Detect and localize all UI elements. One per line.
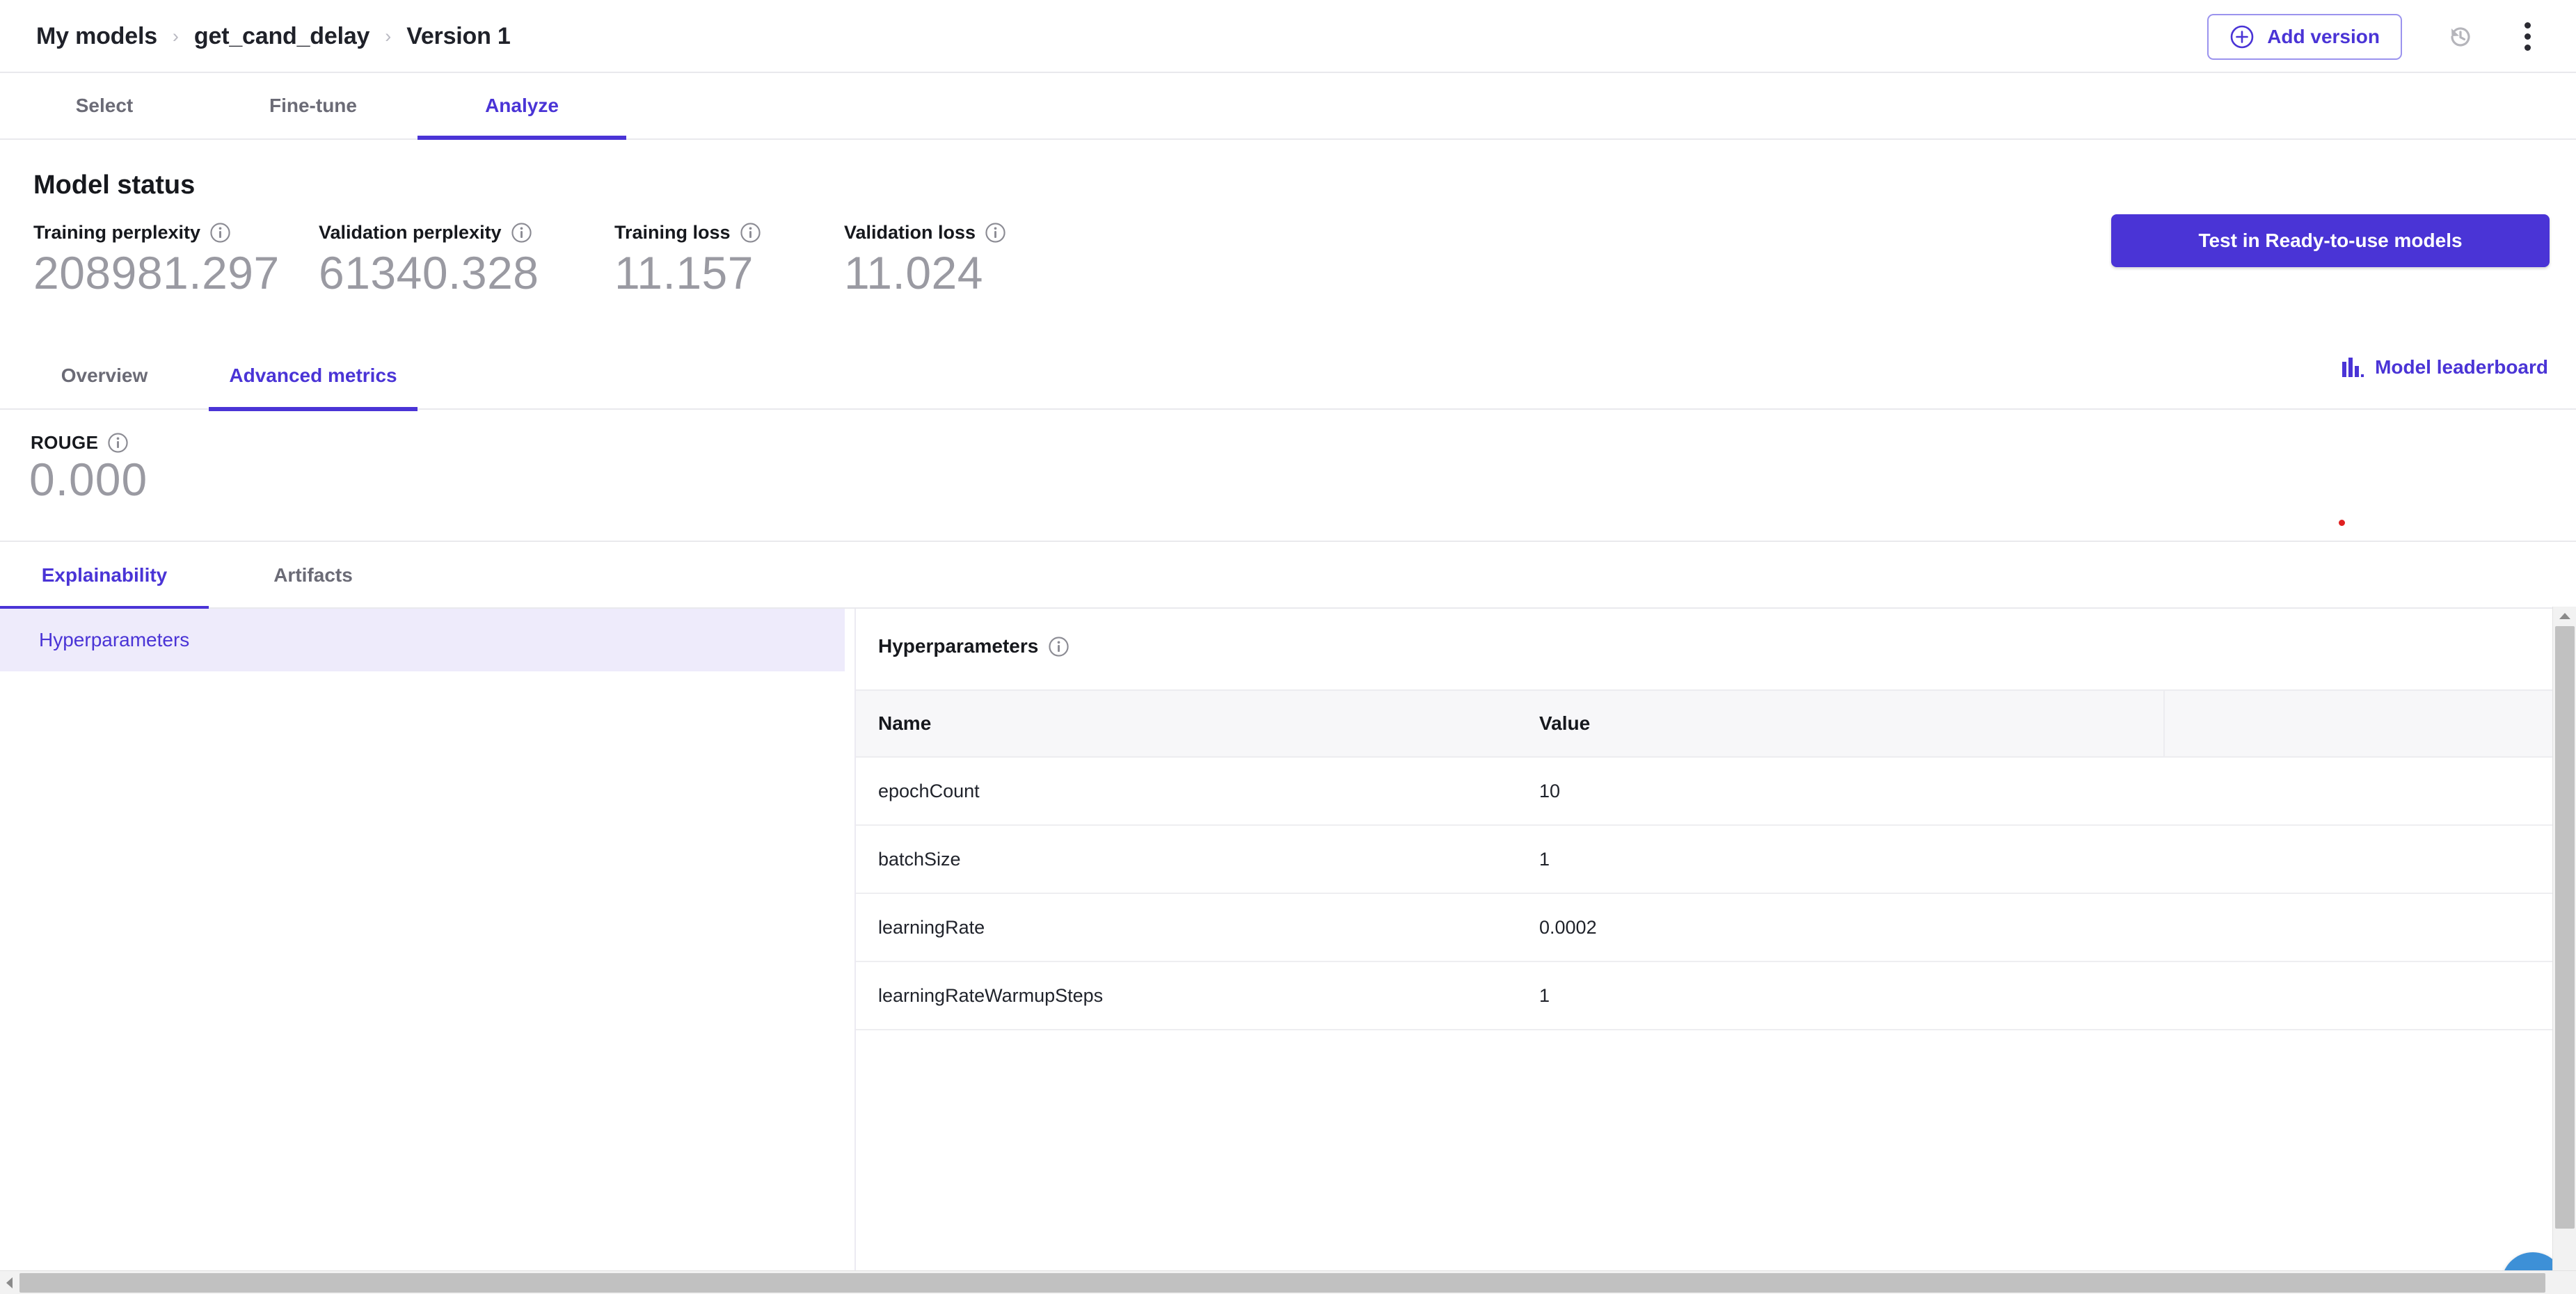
rouge-metric-section: ROUGE 0.000 xyxy=(0,410,2576,542)
tab-select[interactable]: Select xyxy=(0,73,209,138)
tertiary-tab-bar: Explainability Artifacts xyxy=(0,542,2576,610)
hyperparameters-detail-pane: Hyperparameters Name Value epochCount 10… xyxy=(854,609,2562,1277)
horizontal-scrollbar[interactable] xyxy=(0,1270,2576,1294)
model-status-title: Model status xyxy=(33,170,196,200)
cell-value: 0.0002 xyxy=(1524,893,2164,962)
metric-value: 11.024 xyxy=(844,247,983,298)
top-bar: My models › get_cand_delay › Version 1 A… xyxy=(0,0,2576,73)
pane-title-text: Hyperparameters xyxy=(878,635,1039,657)
metric-list: Training perplexity 208981.297 Validatio… xyxy=(33,222,1006,297)
explainability-side-nav: Hyperparameters xyxy=(0,609,845,1277)
breadcrumb: My models › get_cand_delay › Version 1 xyxy=(36,0,511,73)
cell-name: epochCount xyxy=(856,757,1524,826)
info-circle-icon[interactable] xyxy=(511,222,532,243)
cell-name: learningRateWarmupSteps xyxy=(856,961,1524,1030)
tab-fine-tune[interactable]: Fine-tune xyxy=(209,73,418,138)
rouge-label-text: ROUGE xyxy=(31,432,99,453)
rouge-value: 0.000 xyxy=(29,454,148,505)
tab-explainability[interactable]: Explainability xyxy=(0,542,209,610)
metric-validation-loss: Validation loss 11.024 xyxy=(844,222,1006,297)
metric-training-loss: Training loss 11.157 xyxy=(614,222,844,297)
info-circle-icon[interactable] xyxy=(209,222,231,243)
horizontal-scrollbar-thumb[interactable] xyxy=(19,1273,2545,1293)
metric-label-text: Training perplexity xyxy=(33,222,201,243)
version-history-button[interactable] xyxy=(2431,8,2490,66)
cell-spacer xyxy=(2164,893,2562,962)
scroll-up-arrow-icon[interactable] xyxy=(2553,607,2576,625)
vertical-scrollbar-thumb[interactable] xyxy=(2555,626,2575,1229)
vertical-scrollbar[interactable] xyxy=(2552,607,2576,1277)
info-circle-icon[interactable] xyxy=(740,222,761,243)
column-header-value: Value xyxy=(1524,689,2164,758)
metric-label: Training perplexity xyxy=(33,222,319,243)
model-status-section: Model status Training perplexity 208981.… xyxy=(0,140,2576,342)
rouge-label: ROUGE xyxy=(31,432,129,454)
breadcrumb-separator-icon: › xyxy=(385,26,392,47)
metric-label-text: Validation loss xyxy=(844,222,976,243)
tab-advanced-metrics[interactable]: Advanced metrics xyxy=(209,342,418,411)
add-version-label: Add version xyxy=(2267,25,2380,47)
column-header-name: Name xyxy=(856,689,1524,758)
info-circle-icon[interactable] xyxy=(1048,636,1070,657)
history-revert-icon xyxy=(2451,26,2470,47)
breadcrumb-item-version: Version 1 xyxy=(406,23,511,49)
plus-circle-icon xyxy=(2230,25,2254,48)
cell-spacer xyxy=(2164,961,2562,1030)
metric-validation-perplexity: Validation perplexity 61340.328 xyxy=(319,222,614,297)
info-circle-icon[interactable] xyxy=(985,222,1006,243)
app-page: My models › get_cand_delay › Version 1 A… xyxy=(0,0,2576,1294)
table-row: epochCount 10 xyxy=(856,757,2562,826)
scroll-left-arrow-icon[interactable] xyxy=(0,1271,18,1294)
breadcrumb-item-my-models[interactable]: My models xyxy=(36,23,157,50)
pane-title: Hyperparameters xyxy=(878,635,1070,657)
cell-value: 1 xyxy=(1524,961,2164,1030)
more-options-button[interactable] xyxy=(2498,8,2557,66)
cell-value: 1 xyxy=(1524,825,2164,894)
metric-label: Training loss xyxy=(614,222,844,243)
cell-value: 10 xyxy=(1524,757,2164,826)
explainability-content: Hyperparameters Hyperparameters Name Val… xyxy=(0,609,2576,1277)
test-in-ready-to-use-models-button[interactable]: Test in Ready-to-use models xyxy=(2111,214,2550,267)
table-header: Name Value xyxy=(856,689,2562,758)
chart-data-point-marker xyxy=(2339,520,2345,526)
sidebar-item-label: Hyperparameters xyxy=(39,629,190,650)
bar-chart-icon xyxy=(2342,358,2364,377)
metric-label: Validation loss xyxy=(844,222,1006,243)
column-header-spacer xyxy=(2163,689,2562,758)
kebab-menu-icon xyxy=(2524,22,2531,51)
table-row: batchSize 1 xyxy=(856,825,2562,894)
metric-label: Validation perplexity xyxy=(319,222,614,243)
sidebar-item-hyperparameters[interactable]: Hyperparameters xyxy=(0,609,845,671)
secondary-tab-bar: Overview Advanced metrics xyxy=(0,342,2576,411)
add-version-button[interactable]: Add version xyxy=(2207,13,2402,60)
table-body: epochCount 10 batchSize 1 learningRate 0… xyxy=(856,757,2562,1030)
table-row: learningRate 0.0002 xyxy=(856,893,2562,962)
metric-label-text: Validation perplexity xyxy=(319,222,502,243)
metric-value: 208981.297 xyxy=(33,247,280,298)
tab-analyze[interactable]: Analyze xyxy=(418,73,626,140)
top-bar-actions: Add version xyxy=(2207,0,2550,73)
breadcrumb-separator-icon: › xyxy=(172,26,179,47)
table-row: learningRateWarmupSteps 1 xyxy=(856,961,2562,1030)
cell-name: batchSize xyxy=(856,825,1524,894)
metric-value: 61340.328 xyxy=(319,247,539,298)
breadcrumb-item-model-name[interactable]: get_cand_delay xyxy=(194,23,370,50)
tab-overview[interactable]: Overview xyxy=(0,342,209,410)
metric-training-perplexity: Training perplexity 208981.297 xyxy=(33,222,319,297)
cell-name: learningRate xyxy=(856,893,1524,962)
model-leaderboard-link[interactable]: Model leaderboard xyxy=(2342,356,2548,378)
info-circle-icon[interactable] xyxy=(107,432,129,454)
hyperparameters-table: Name Value epochCount 10 batchSize 1 lea… xyxy=(856,689,2562,1030)
metric-label-text: Training loss xyxy=(614,222,731,243)
model-leaderboard-label: Model leaderboard xyxy=(2375,356,2548,378)
cell-spacer xyxy=(2164,825,2562,894)
cell-spacer xyxy=(2164,757,2562,826)
metric-value: 11.157 xyxy=(614,247,754,298)
primary-tab-bar: Select Fine-tune Analyze xyxy=(0,73,2576,140)
table-header-row: Name Value xyxy=(856,689,2562,758)
tab-artifacts[interactable]: Artifacts xyxy=(209,542,418,609)
